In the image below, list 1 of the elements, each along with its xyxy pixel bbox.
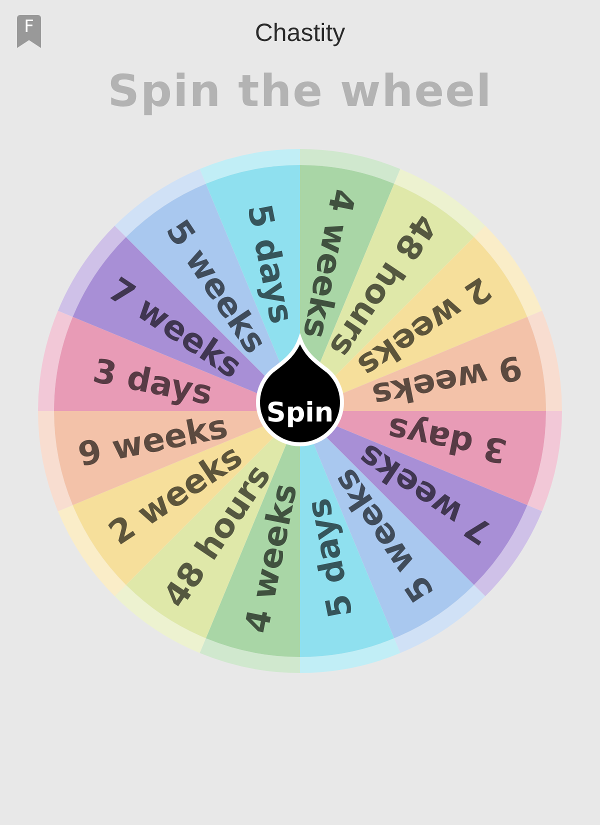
page-title: Chastity [254,18,346,50]
